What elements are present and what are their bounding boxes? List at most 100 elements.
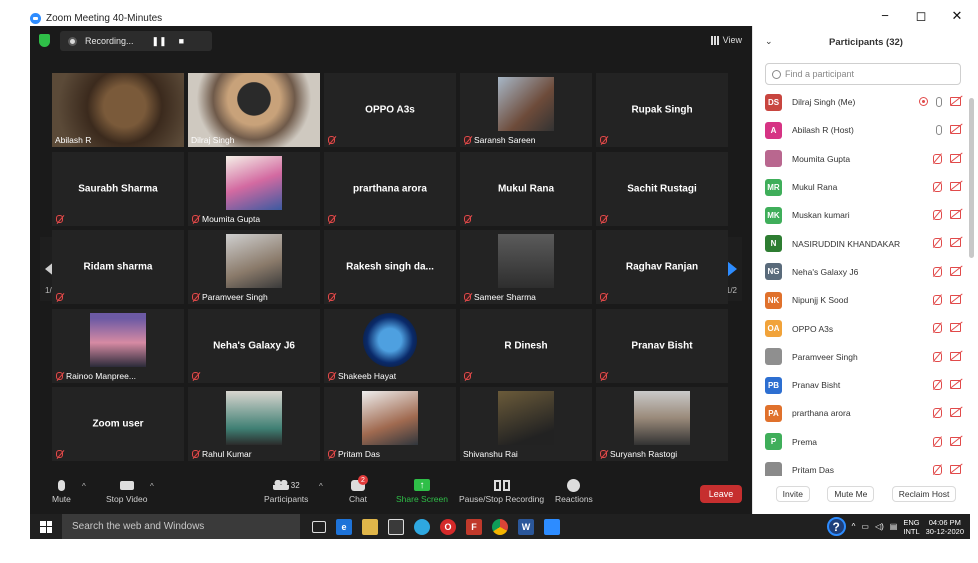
security-shield-icon[interactable] [39, 34, 50, 47]
video-tile[interactable]: Saurabh Sharma [52, 151, 184, 226]
video-tile[interactable]: Pranav Bisht [596, 308, 728, 383]
video-tile[interactable]: Moumita Gupta [188, 151, 320, 226]
edge-browser-icon[interactable]: e [336, 518, 352, 535]
word-icon[interactable]: W [518, 518, 534, 535]
tile-name-label: Rahul Kumar [202, 449, 252, 459]
video-tile[interactable]: Sameer Sharma [460, 230, 592, 304]
participant-row[interactable]: Moumita Gupta [753, 145, 969, 173]
reclaim-host-button[interactable]: Reclaim Host [891, 486, 957, 502]
participant-row[interactable]: MR Mukul Rana [753, 173, 969, 201]
opera-browser-icon[interactable]: O [440, 518, 456, 535]
share-screen-button[interactable]: ↑ Share Screen [396, 478, 448, 504]
recording-icon [919, 97, 928, 106]
muted-microphone-icon [600, 293, 607, 301]
audio-options-caret-icon[interactable]: ^ [82, 482, 86, 491]
video-tile[interactable]: Abilash R [52, 73, 184, 147]
reactions-button[interactable]: Reactions [555, 478, 593, 504]
volume-icon[interactable]: ◁) [875, 522, 884, 531]
video-tile[interactable]: Rakesh singh da... [324, 230, 456, 304]
pause-stop-recording-button[interactable]: Pause/Stop Recording [459, 478, 544, 504]
participant-row[interactable]: A Abilash R (Host) [753, 116, 969, 144]
video-tile[interactable]: OPPO A3s [324, 73, 456, 147]
video-tile[interactable]: Paramveer Singh [188, 230, 320, 304]
video-tile[interactable]: Rahul Kumar [188, 387, 320, 461]
close-icon[interactable]: ✕ [950, 8, 964, 24]
mute-button[interactable]: Mute [52, 478, 71, 504]
video-tile[interactable]: Shakeeb Hayat [324, 308, 456, 383]
maximize-icon[interactable]: ◻ [914, 8, 928, 24]
leave-button[interactable]: Leave [700, 485, 742, 503]
video-tile[interactable]: Suryansh Rastogi [596, 387, 728, 461]
mute-me-button[interactable]: Mute Me [827, 486, 875, 502]
pause-recording-icon[interactable]: ❚❚ [152, 36, 167, 47]
notifications-icon[interactable]: ▤ [890, 522, 898, 531]
participant-status-icons [933, 379, 961, 390]
participant-status-icons [933, 153, 961, 164]
participant-row[interactable]: OA OPPO A3s [753, 314, 969, 342]
participant-row[interactable]: P Prema [753, 428, 969, 456]
profile-picture [498, 77, 554, 131]
muted-microphone-icon [328, 293, 335, 301]
participant-row[interactable]: Pritam Das [753, 456, 969, 476]
file-explorer-icon[interactable] [362, 518, 378, 535]
tray-overflow-icon[interactable]: ^ [852, 522, 856, 531]
view-button[interactable]: View [710, 35, 742, 45]
participant-row[interactable]: N NASIRUDDIN KHANDAKAR [753, 229, 969, 257]
participants-icon: 32 [271, 478, 301, 492]
video-tile[interactable]: Zoom user [52, 387, 184, 461]
muted-microphone-icon [328, 371, 335, 380]
network-icon[interactable]: ▭ [861, 522, 869, 531]
video-tile[interactable]: Ridam sharma [52, 230, 184, 304]
stop-video-button[interactable]: Stop Video [106, 478, 147, 504]
task-view-icon[interactable] [312, 520, 326, 533]
profile-picture [226, 234, 282, 288]
video-tile[interactable]: Rainoo Manpree... [52, 308, 184, 383]
video-tile[interactable]: Mukul Rana [460, 151, 592, 226]
muted-microphone-icon [328, 214, 335, 223]
invite-button[interactable]: Invite [775, 486, 810, 502]
video-tile[interactable]: R Dinesh [460, 308, 592, 383]
input-language[interactable]: ENG INTL [903, 518, 919, 536]
store-icon[interactable] [388, 518, 404, 535]
participant-row[interactable]: DS Dilraj Singh (Me) [753, 88, 969, 116]
video-tile[interactable]: Raghav Ranjan [596, 230, 728, 304]
video-tile[interactable]: Shivanshu Rai [460, 387, 592, 461]
chat-button[interactable]: 2 Chat [349, 475, 368, 504]
participants-button[interactable]: 32 Participants [264, 478, 308, 504]
participant-search-input[interactable]: Find a participant [765, 63, 961, 85]
minimize-icon[interactable]: − [878, 8, 892, 24]
participant-row[interactable]: Paramveer Singh [753, 343, 969, 371]
video-tile[interactable]: Neha's Galaxy J6 [188, 308, 320, 383]
muted-microphone-icon [56, 371, 63, 380]
help-icon[interactable]: ? [826, 517, 846, 536]
tile-name-label: Sameer Sharma [474, 292, 536, 302]
muted-microphone-icon [464, 293, 471, 301]
start-button[interactable] [30, 514, 62, 539]
video-tile[interactable]: Rupak Singh [596, 73, 728, 147]
recording-label: Recording... [85, 36, 134, 46]
system-clock[interactable]: 04:06 PM 30-12-2020 [926, 518, 964, 536]
video-tile[interactable]: Saransh Sareen [460, 73, 592, 147]
participant-row[interactable]: NK Nipunjj K Sood [753, 286, 969, 314]
video-options-caret-icon[interactable]: ^ [150, 482, 154, 491]
participant-row[interactable]: NG Neha's Galaxy J6 [753, 258, 969, 286]
stop-recording-icon[interactable]: ■ [179, 36, 184, 46]
app-icon[interactable] [414, 518, 430, 535]
scrollbar-thumb[interactable] [969, 98, 974, 258]
participant-row[interactable]: PB Pranav Bisht [753, 371, 969, 399]
participants-caret-icon[interactable]: ^ [319, 482, 323, 491]
video-off-icon [950, 436, 961, 446]
zoom-taskbar-icon[interactable] [544, 518, 560, 535]
video-tile[interactable]: Pritam Das [324, 387, 456, 461]
taskbar-search-box[interactable]: Search the web and Windows [62, 514, 300, 539]
video-tile[interactable]: Sachit Rustagi [596, 151, 728, 226]
video-tile[interactable]: Dilraj Singh [188, 73, 320, 147]
chrome-browser-icon[interactable] [492, 518, 508, 535]
participant-row[interactable]: PA prarthana arora [753, 399, 969, 427]
filezilla-icon[interactable]: F [466, 518, 482, 535]
participant-list-scrollbar[interactable] [969, 88, 974, 476]
window-title: Zoom Meeting 40-Minutes [46, 12, 163, 24]
video-off-icon [950, 323, 961, 333]
video-tile[interactable]: prarthana arora [324, 151, 456, 226]
participant-row[interactable]: MK Muskan kumari [753, 201, 969, 229]
